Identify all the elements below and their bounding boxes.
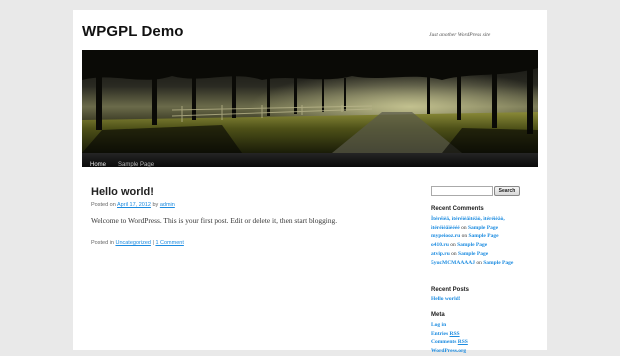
list-item: WordPress.org — [431, 347, 468, 356]
nav-item-home[interactable]: Home — [82, 158, 114, 172]
site-title[interactable]: WPGPL Demo — [82, 23, 184, 40]
site-description: Just another WordPress site — [429, 32, 491, 38]
post-category-link[interactable]: Uncategorized — [115, 240, 150, 246]
comment-on: on — [450, 242, 456, 249]
recent-posts-title: Recent Posts — [431, 287, 470, 293]
post-comments-link[interactable]: 1 Comment — [155, 240, 183, 246]
list-item: Log in — [431, 321, 468, 330]
comment-post-link[interactable]: Sample Page — [458, 251, 488, 257]
post-date-link[interactable]: April 17, 2012 — [117, 202, 151, 208]
comment-on: on — [451, 250, 457, 257]
recent-comments-list: Ìtéréìèä, ìtéréìèäìtéäò, ìtéréìèäò, ìtér… — [431, 215, 513, 267]
post-util-separator: | — [152, 240, 154, 246]
search-form: Search — [431, 186, 531, 196]
recent-post-link[interactable]: Hello world! — [431, 296, 460, 302]
comment-post-link[interactable]: Sample Page — [457, 242, 487, 248]
comment-on: on — [461, 233, 468, 240]
meta-entries-label: Entries — [431, 330, 449, 337]
rss-abbr: RSS — [457, 339, 468, 346]
post-util-prefix: Posted in — [91, 240, 114, 246]
list-item: ìtéréìèäìèééé on Sample Page — [431, 224, 513, 233]
meta-entries-rss-link[interactable]: Entries RSS — [431, 331, 460, 337]
post-meta-by: by — [152, 202, 159, 208]
recent-comments-title: Recent Comments — [431, 206, 484, 212]
meta-login-link[interactable]: Log in — [431, 322, 446, 328]
search-input[interactable] — [431, 186, 493, 196]
comment-post-link[interactable]: Sample Page — [468, 233, 498, 239]
header-image — [82, 50, 538, 153]
comment-post-link[interactable]: Sample Page — [468, 225, 498, 231]
list-item: o410.ru on Sample Page — [431, 241, 513, 250]
list-item: Ìtéréìèä, ìtéréìèäìtéäò, ìtéréìèäò, — [431, 215, 513, 224]
post-meta-prefix: Posted on — [91, 202, 116, 208]
comment-on: on — [461, 224, 467, 231]
meta-wordpress-link[interactable]: WordPress.org — [431, 348, 466, 354]
list-item: atvip.ru on Sample Page — [431, 250, 513, 259]
comment-author[interactable]: 5yucMCMAAAAJ — [431, 260, 475, 266]
meta-comments-rss-link[interactable]: Comments RSS — [431, 339, 468, 345]
comment-author[interactable]: atvip.ru — [431, 251, 450, 257]
comment-post-link[interactable]: Sample Page — [483, 260, 513, 266]
meta-comments-label: Comments — [431, 339, 457, 346]
comment-on: on — [476, 259, 482, 266]
recent-posts-list: Hello world! — [431, 295, 460, 304]
meta-title: Meta — [431, 312, 445, 318]
post-title[interactable]: Hello world! — [91, 186, 154, 198]
post-meta: Posted on April 17, 2012 by admin — [91, 202, 175, 208]
list-item: Entries RSS — [431, 330, 468, 339]
comment-author[interactable]: Ìtéréìèä, ìtéréìèäìtéäò, ìtéréìèäò, — [431, 216, 505, 222]
list-item: 5yucMCMAAAAJ on Sample Page — [431, 259, 513, 268]
main-navigation: Home Sample Page — [82, 153, 538, 168]
post-author-link[interactable]: admin — [160, 202, 175, 208]
meta-list: Log in Entries RSS Comments RSS WordPres… — [431, 321, 468, 356]
comment-author-cont[interactable]: ìtéréìèäìèééé — [431, 225, 460, 231]
comment-author[interactable]: o410.ru — [431, 242, 449, 248]
post-content: Welcome to WordPress. This is your first… — [91, 216, 338, 225]
post-utility: Posted in Uncategorized | 1 Comment — [91, 240, 184, 246]
rss-abbr: RSS — [449, 330, 460, 337]
page-container: WPGPL Demo Just another WordPress site H… — [73, 10, 547, 354]
list-item: mypeiooz.ru on Sample Page — [431, 232, 513, 241]
comment-author[interactable]: mypeiooz.ru — [431, 233, 460, 239]
search-button[interactable]: Search — [494, 186, 520, 196]
list-item: Hello world! — [431, 295, 460, 304]
nav-item-sample-page[interactable]: Sample Page — [114, 158, 162, 172]
